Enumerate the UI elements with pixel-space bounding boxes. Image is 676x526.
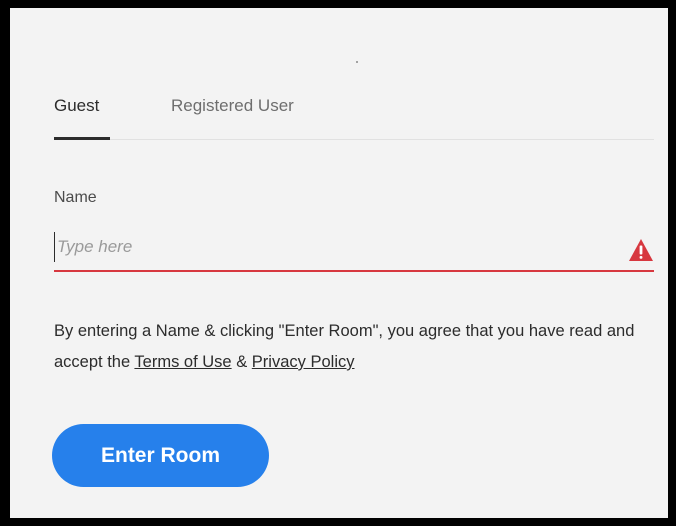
login-tabs: Guest Registered User <box>54 88 654 144</box>
name-field <box>54 226 654 272</box>
name-input[interactable] <box>54 232 597 262</box>
alert-triangle-icon <box>629 239 653 261</box>
terms-of-use-link[interactable]: Terms of Use <box>134 353 231 371</box>
tab-selected-indicator <box>54 137 110 140</box>
tab-divider <box>54 139 654 140</box>
terms-joiner: & <box>231 353 252 371</box>
terms-notice: By entering a Name & clicking "Enter Roo… <box>54 316 654 378</box>
tab-registered-user[interactable]: Registered User <box>171 96 294 116</box>
privacy-policy-link[interactable]: Privacy Policy <box>252 353 355 371</box>
guest-login-panel: Guest Registered User Name By entering a… <box>10 8 668 518</box>
decorative-dot <box>356 61 358 63</box>
tab-guest[interactable]: Guest <box>54 96 99 116</box>
enter-room-button[interactable]: Enter Room <box>52 424 269 487</box>
name-label: Name <box>54 189 97 206</box>
